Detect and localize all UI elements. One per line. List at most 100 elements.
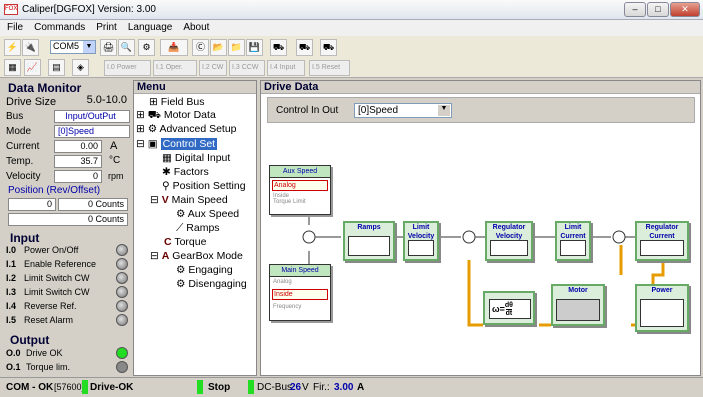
main-speed-analog[interactable]: Analog	[270, 277, 330, 287]
maximize-button[interactable]: □	[647, 2, 669, 17]
menu-file[interactable]: File	[0, 20, 27, 33]
temp-label: Temp.	[6, 156, 34, 167]
print-icon[interactable]: 🖨	[100, 39, 117, 56]
chevron-down-icon: ▼	[83, 41, 95, 53]
minimize-button[interactable]: –	[624, 2, 646, 17]
settings-icon[interactable]: ◈	[72, 59, 89, 76]
tree-advanced-setup[interactable]: ⊞ ⚙ Advanced Setup	[136, 123, 237, 135]
regulator-graph-icon	[640, 240, 684, 256]
params-icon[interactable]: ⚙	[138, 39, 155, 56]
menu-commands[interactable]: Commands	[27, 20, 89, 33]
main-speed-block[interactable]: Main Speed Analog Inside Frequency	[269, 264, 331, 321]
folder-icon[interactable]: 📁	[228, 39, 245, 56]
download-icon[interactable]: 📥	[160, 39, 188, 56]
motor-open-icon[interactable]: ⛟	[296, 39, 313, 56]
reset-button[interactable]: I.5 Reset	[309, 60, 350, 76]
input-code: I.0	[6, 245, 17, 255]
output-code: O.0	[6, 348, 21, 358]
aux-speed-analog[interactable]: Analog	[272, 180, 328, 191]
control-select[interactable]: [0]Speed ▼	[354, 103, 452, 118]
preview-icon[interactable]: 🔍	[118, 39, 135, 56]
motor-icon	[556, 299, 600, 321]
calc-icon[interactable]: ▤	[48, 59, 65, 76]
output-title: Output	[10, 333, 50, 347]
aux-speed-torque-limit[interactable]: Torque Limit	[270, 199, 330, 205]
input-code: I.1	[6, 259, 17, 269]
tree-torque[interactable]: C Torque	[164, 236, 206, 248]
input-title: Input	[10, 231, 40, 245]
tree-motor-data[interactable]: ⊞ ⛟ Motor Data	[136, 109, 216, 123]
drive-size-value: 5.0-10.0	[86, 94, 127, 106]
menu-print[interactable]: Print	[89, 20, 121, 33]
close-button[interactable]: ✕	[670, 2, 700, 17]
menu-about[interactable]: About	[176, 20, 213, 33]
app-icon: FOX	[4, 4, 18, 15]
bus-value: Input/OutPut	[54, 110, 130, 123]
motor-block[interactable]: Motor	[551, 284, 605, 326]
input-name: Limit Switch CW	[24, 273, 90, 283]
mode-value: [0]Speed	[54, 125, 130, 138]
tree-position-setting[interactable]: ⚲ Position Setting	[162, 180, 246, 192]
oper-button[interactable]: I.1 Oper.	[153, 60, 197, 76]
fir-unit: A	[357, 382, 365, 393]
menu-language[interactable]: Language	[121, 20, 177, 33]
sum-junction-3	[612, 230, 626, 244]
limit-current-block[interactable]: Limit Current	[555, 221, 591, 261]
connect-icon[interactable]: ⚡	[4, 39, 21, 56]
reset-icon[interactable]: Ⓒ	[192, 39, 209, 56]
tree-ramps[interactable]: ⟋ Ramps	[176, 222, 220, 235]
current-unit: A	[110, 140, 118, 152]
power-block[interactable]: Power	[635, 284, 689, 332]
output-code: O.1	[6, 362, 21, 372]
regulator-velocity-block[interactable]: Regulator Velocity	[485, 221, 533, 261]
drive-status: Drive-OK	[90, 382, 134, 393]
fir-value: 3.00	[334, 382, 354, 393]
tree-main-speed[interactable]: ⊟ V Main Speed	[150, 194, 228, 206]
com-status: COM - OK	[6, 382, 54, 393]
input-button[interactable]: I.4 Input	[267, 60, 305, 76]
tree-digital-input[interactable]: ▦ Digital Input	[162, 152, 230, 164]
input-led	[116, 300, 128, 312]
menu-panel-header: Menu	[134, 81, 256, 94]
motor-read-icon[interactable]: ⛟	[270, 39, 287, 56]
motor-save-icon[interactable]: ⛟	[320, 39, 337, 56]
input-code: I.2	[6, 273, 17, 283]
tree-field-bus[interactable]: ⊞ Field Bus	[149, 96, 205, 108]
tree-engaging[interactable]: ⚙ Engaging	[176, 264, 233, 276]
input-led	[116, 272, 128, 284]
tree-control-set[interactable]: ⊟ ▣ Control Set	[136, 138, 218, 150]
velocity-unit: rpm	[108, 171, 124, 181]
bus-label: Bus	[6, 111, 24, 122]
open-icon[interactable]: 📂	[210, 39, 227, 56]
input-code: I.4	[6, 301, 17, 311]
fir-label: Fir.:	[313, 382, 330, 393]
drive-ok-led	[82, 380, 88, 394]
tree-factors[interactable]: ✱ Factors	[162, 166, 209, 178]
main-speed-inside[interactable]: Inside	[272, 289, 328, 300]
control-bar: Control In Out [0]Speed ▼	[267, 97, 695, 123]
aux-speed-block[interactable]: Aux Speed Analog Inside Torque Limit	[269, 165, 331, 215]
dcbus-value: 26	[290, 382, 302, 393]
ramps-block[interactable]: Ramps	[343, 221, 395, 261]
save-icon[interactable]: 💾	[246, 39, 263, 56]
main-speed-frequency[interactable]: Frequency	[270, 302, 330, 312]
tree-disengaging[interactable]: ⚙ Disengaging	[176, 278, 247, 290]
ccw-button[interactable]: I.3 CCW	[229, 60, 265, 76]
limit-velocity-block[interactable]: Limit Velocity	[403, 221, 439, 261]
chart-icon[interactable]: ▦	[4, 59, 21, 76]
dcbus-led	[248, 380, 254, 394]
plug-icon[interactable]: 🔌	[22, 39, 39, 56]
cw-button[interactable]: I.2 CW	[199, 60, 227, 76]
power-button[interactable]: I.0 Power	[104, 60, 151, 76]
tree-gearbox-mode[interactable]: ⊟ A GearBox Mode	[150, 250, 243, 262]
scope-icon[interactable]: 📈	[24, 59, 41, 76]
input-name: Power On/Off	[24, 245, 79, 255]
regulator-current-block[interactable]: Regulator Current	[635, 221, 689, 261]
port-select[interactable]: COM5 ▼	[50, 40, 96, 54]
temp-value: 35.7	[54, 155, 102, 168]
input-name: Limit Switch CW	[24, 287, 90, 297]
tree-aux-speed[interactable]: ⚙ Aux Speed	[176, 208, 239, 220]
output-led	[116, 361, 128, 373]
output-name: Drive OK	[26, 348, 63, 358]
input-led	[116, 258, 128, 270]
